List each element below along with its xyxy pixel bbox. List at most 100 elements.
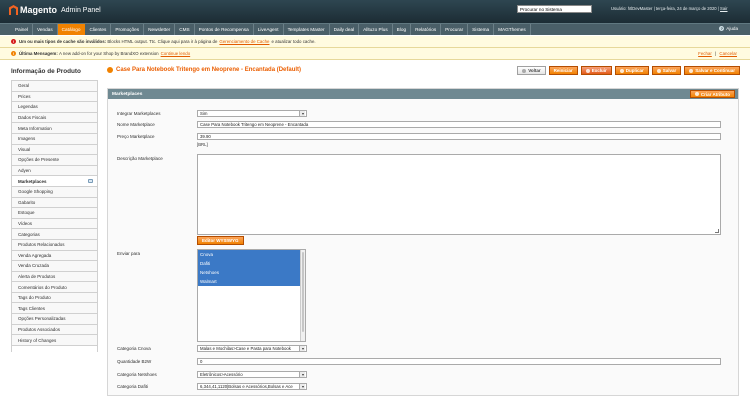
wysiwyg-button[interactable]: Editor WYSIWYG: [197, 236, 244, 245]
sidebar-tab[interactable]: Vídeos: [11, 218, 98, 230]
integrar-label: Integrar Marketplaces: [117, 111, 161, 116]
currency-note: [BRL]: [197, 142, 208, 147]
sidebar-tab-label: Gabarito: [18, 199, 36, 205]
save-icon: [656, 68, 661, 73]
nav-item[interactable]: Sistema: [468, 24, 495, 35]
save-continue-button[interactable]: Salvar e Continuar: [684, 66, 740, 75]
product-tabs: Geral Prices Legendas Dados Fiscais Meta Inf…: [11, 80, 98, 352]
content-header: Case Para Notebook Tritengo em Neoprene …: [107, 67, 301, 73]
close-message-link[interactable]: Fechar: [698, 51, 712, 56]
magento-logo[interactable]: Magento Admin Panel: [9, 5, 101, 15]
help-icon: ?: [719, 26, 725, 31]
sidebar-tab-label: Categorias: [18, 231, 40, 237]
sidebar-tab[interactable]: Opções Personalizadas: [11, 314, 98, 325]
reset-button[interactable]: Reiniciar: [548, 66, 578, 75]
qtd-label: Quantidade B2W: [117, 359, 152, 364]
sidebar-tab[interactable]: Geral: [11, 81, 98, 92]
nav-item[interactable]: Newsletter: [144, 24, 176, 35]
cache-management-link[interactable]: Gerenciamento de Cache: [219, 39, 269, 44]
nav-item[interactable]: Blog: [393, 24, 412, 35]
sidebar-tab[interactable]: Visual: [11, 144, 98, 156]
error-icon: !: [11, 39, 16, 44]
sidebar-tab[interactable]: Dados Fiscais: [11, 112, 98, 124]
sidebar-tab[interactable]: Adyen: [11, 165, 98, 177]
sidebar-tab[interactable]: Legendas: [11, 102, 98, 113]
delete-button[interactable]: Excluir: [580, 66, 612, 75]
nav-item[interactable]: CMS: [175, 24, 195, 35]
preco-input[interactable]: 39.90: [197, 133, 721, 140]
cat-netshoes-select[interactable]: Eletrônicos>Acessório: [197, 371, 307, 378]
cat-dafiti-label: Categoria Dafiti: [117, 384, 149, 389]
enviar-option[interactable]: Walmart: [198, 277, 300, 286]
nav-item[interactable]: Clientes: [85, 24, 112, 35]
nav-item[interactable]: Relatórios: [411, 24, 442, 35]
nav-item[interactable]: Painel: [0, 24, 34, 35]
nav-item[interactable]: Alltuzo Plus: [359, 24, 393, 35]
sidebar-tab[interactable]: Venda Agregada: [11, 250, 98, 262]
duplicate-button[interactable]: Duplicar: [614, 66, 649, 75]
nav-item[interactable]: Catálogo: [57, 24, 86, 35]
sidebar-tab[interactable]: Google Shopping: [11, 186, 98, 198]
sidebar-tab-label: Legendas: [18, 104, 38, 110]
sidebar-tab[interactable]: Imagens: [11, 133, 98, 145]
nav-item[interactable]: Templates Master: [284, 24, 330, 35]
sidebar-tab[interactable]: Prices: [11, 91, 98, 103]
global-search-input[interactable]: Procurar no Sistema: [517, 5, 592, 13]
help-link[interactable]: ? Ajuda: [719, 26, 738, 31]
latest-message: ! Última Mensagem: A new add-on for your…: [0, 48, 750, 60]
add-icon: [694, 92, 699, 96]
sidebar-tab-label: Comentários do Produto: [18, 284, 67, 290]
nav-item[interactable]: Pontos de Recompensa: [195, 24, 254, 35]
nav-item[interactable]: Promoções: [111, 24, 145, 35]
enviar-option[interactable]: Cnova: [198, 250, 300, 259]
nav-item[interactable]: MAGThemes: [494, 24, 531, 35]
sidebar-tab[interactable]: History of Changes: [11, 335, 98, 346]
nav-item[interactable]: LiveAgent: [254, 24, 284, 35]
nav-item[interactable]: Daily deal: [330, 24, 360, 35]
integrar-select[interactable]: Sim: [197, 110, 307, 117]
back-button[interactable]: Voltar: [517, 66, 546, 75]
cat-dafiti-select[interactable]: 6,344,41,1120|Bolsas e Acessórios,Bolsas…: [197, 383, 307, 390]
resize-handle-icon[interactable]: [715, 229, 719, 233]
nav-item[interactable]: Procurar: [441, 24, 469, 35]
enviar-multiselect[interactable]: Cnova Dafiti Netshoes Walmart: [197, 249, 306, 342]
cancel-message-link[interactable]: Cancelar: [719, 51, 737, 56]
logout-link[interactable]: Sair: [720, 6, 727, 11]
descricao-textarea[interactable]: [197, 154, 721, 235]
multiselect-scrollbar[interactable]: [300, 250, 305, 341]
latest-message-strong: Última Mensagem:: [19, 51, 58, 56]
create-attribute-button[interactable]: Criar Atributo: [689, 90, 735, 98]
sidebar-tab[interactable]: Produtos Relacionados: [11, 239, 98, 251]
sidebar-tab[interactable]: Tags Clientes: [11, 303, 98, 315]
sidebar-tab[interactable]: Marketplaces: [11, 176, 98, 187]
sidebar-tab[interactable]: Estoque: [11, 208, 98, 219]
cat-cnova-select[interactable]: Malas e Mochilas>Case e Pasta para Noteb…: [197, 345, 307, 352]
enviar-option[interactable]: Dafiti: [198, 259, 300, 268]
panel-title: Marketplaces: [112, 91, 143, 97]
sidebar-tab[interactable]: Categorias: [11, 229, 98, 240]
sidebar-tab[interactable]: Meta Information: [11, 123, 98, 134]
save-button[interactable]: Salvar: [651, 66, 682, 75]
descricao-label: Descrição Marketplace: [117, 156, 163, 161]
sidebar-tab-label: History of Changes: [18, 337, 57, 343]
continue-reading-link[interactable]: Continue lendo: [161, 51, 191, 56]
sidebar-tab[interactable]: Comentários do Produto: [11, 282, 98, 293]
sidebar-tab[interactable]: Tags do Produto: [11, 292, 98, 304]
cache-message: ! Um ou mais tipos de cache são inválido…: [0, 36, 750, 48]
nav-item[interactable]: Vendas: [33, 24, 58, 35]
sidebar-tab-label: Estoque: [18, 210, 35, 216]
enviar-option[interactable]: Netshoes: [198, 268, 300, 277]
logo-subtitle: Admin Panel: [61, 6, 101, 14]
sidebar-tab[interactable]: Venda Cruzada: [11, 261, 98, 272]
sidebar-tab[interactable]: Opções de Presente: [11, 155, 98, 166]
sidebar-tab[interactable]: Alerta de Produtos: [11, 271, 98, 283]
sidebar-tab[interactable]: Produtos Associados: [11, 324, 98, 336]
product-icon: [107, 67, 113, 73]
sidebar-tab[interactable]: Gabarito: [11, 197, 98, 209]
create-attribute-label: Criar Atributo: [700, 91, 730, 97]
qtd-input[interactable]: 0: [197, 358, 721, 365]
preco-label: Preço Marketplace: [117, 134, 155, 139]
nome-input[interactable]: Case Para Notebook Tritengo em Neoprene …: [197, 121, 721, 128]
user-info: Usuário: htlDevMaster | terça-feira, 24 …: [611, 6, 728, 11]
action-buttons: Voltar Reiniciar Excluir Duplicar Salvar…: [517, 66, 740, 75]
